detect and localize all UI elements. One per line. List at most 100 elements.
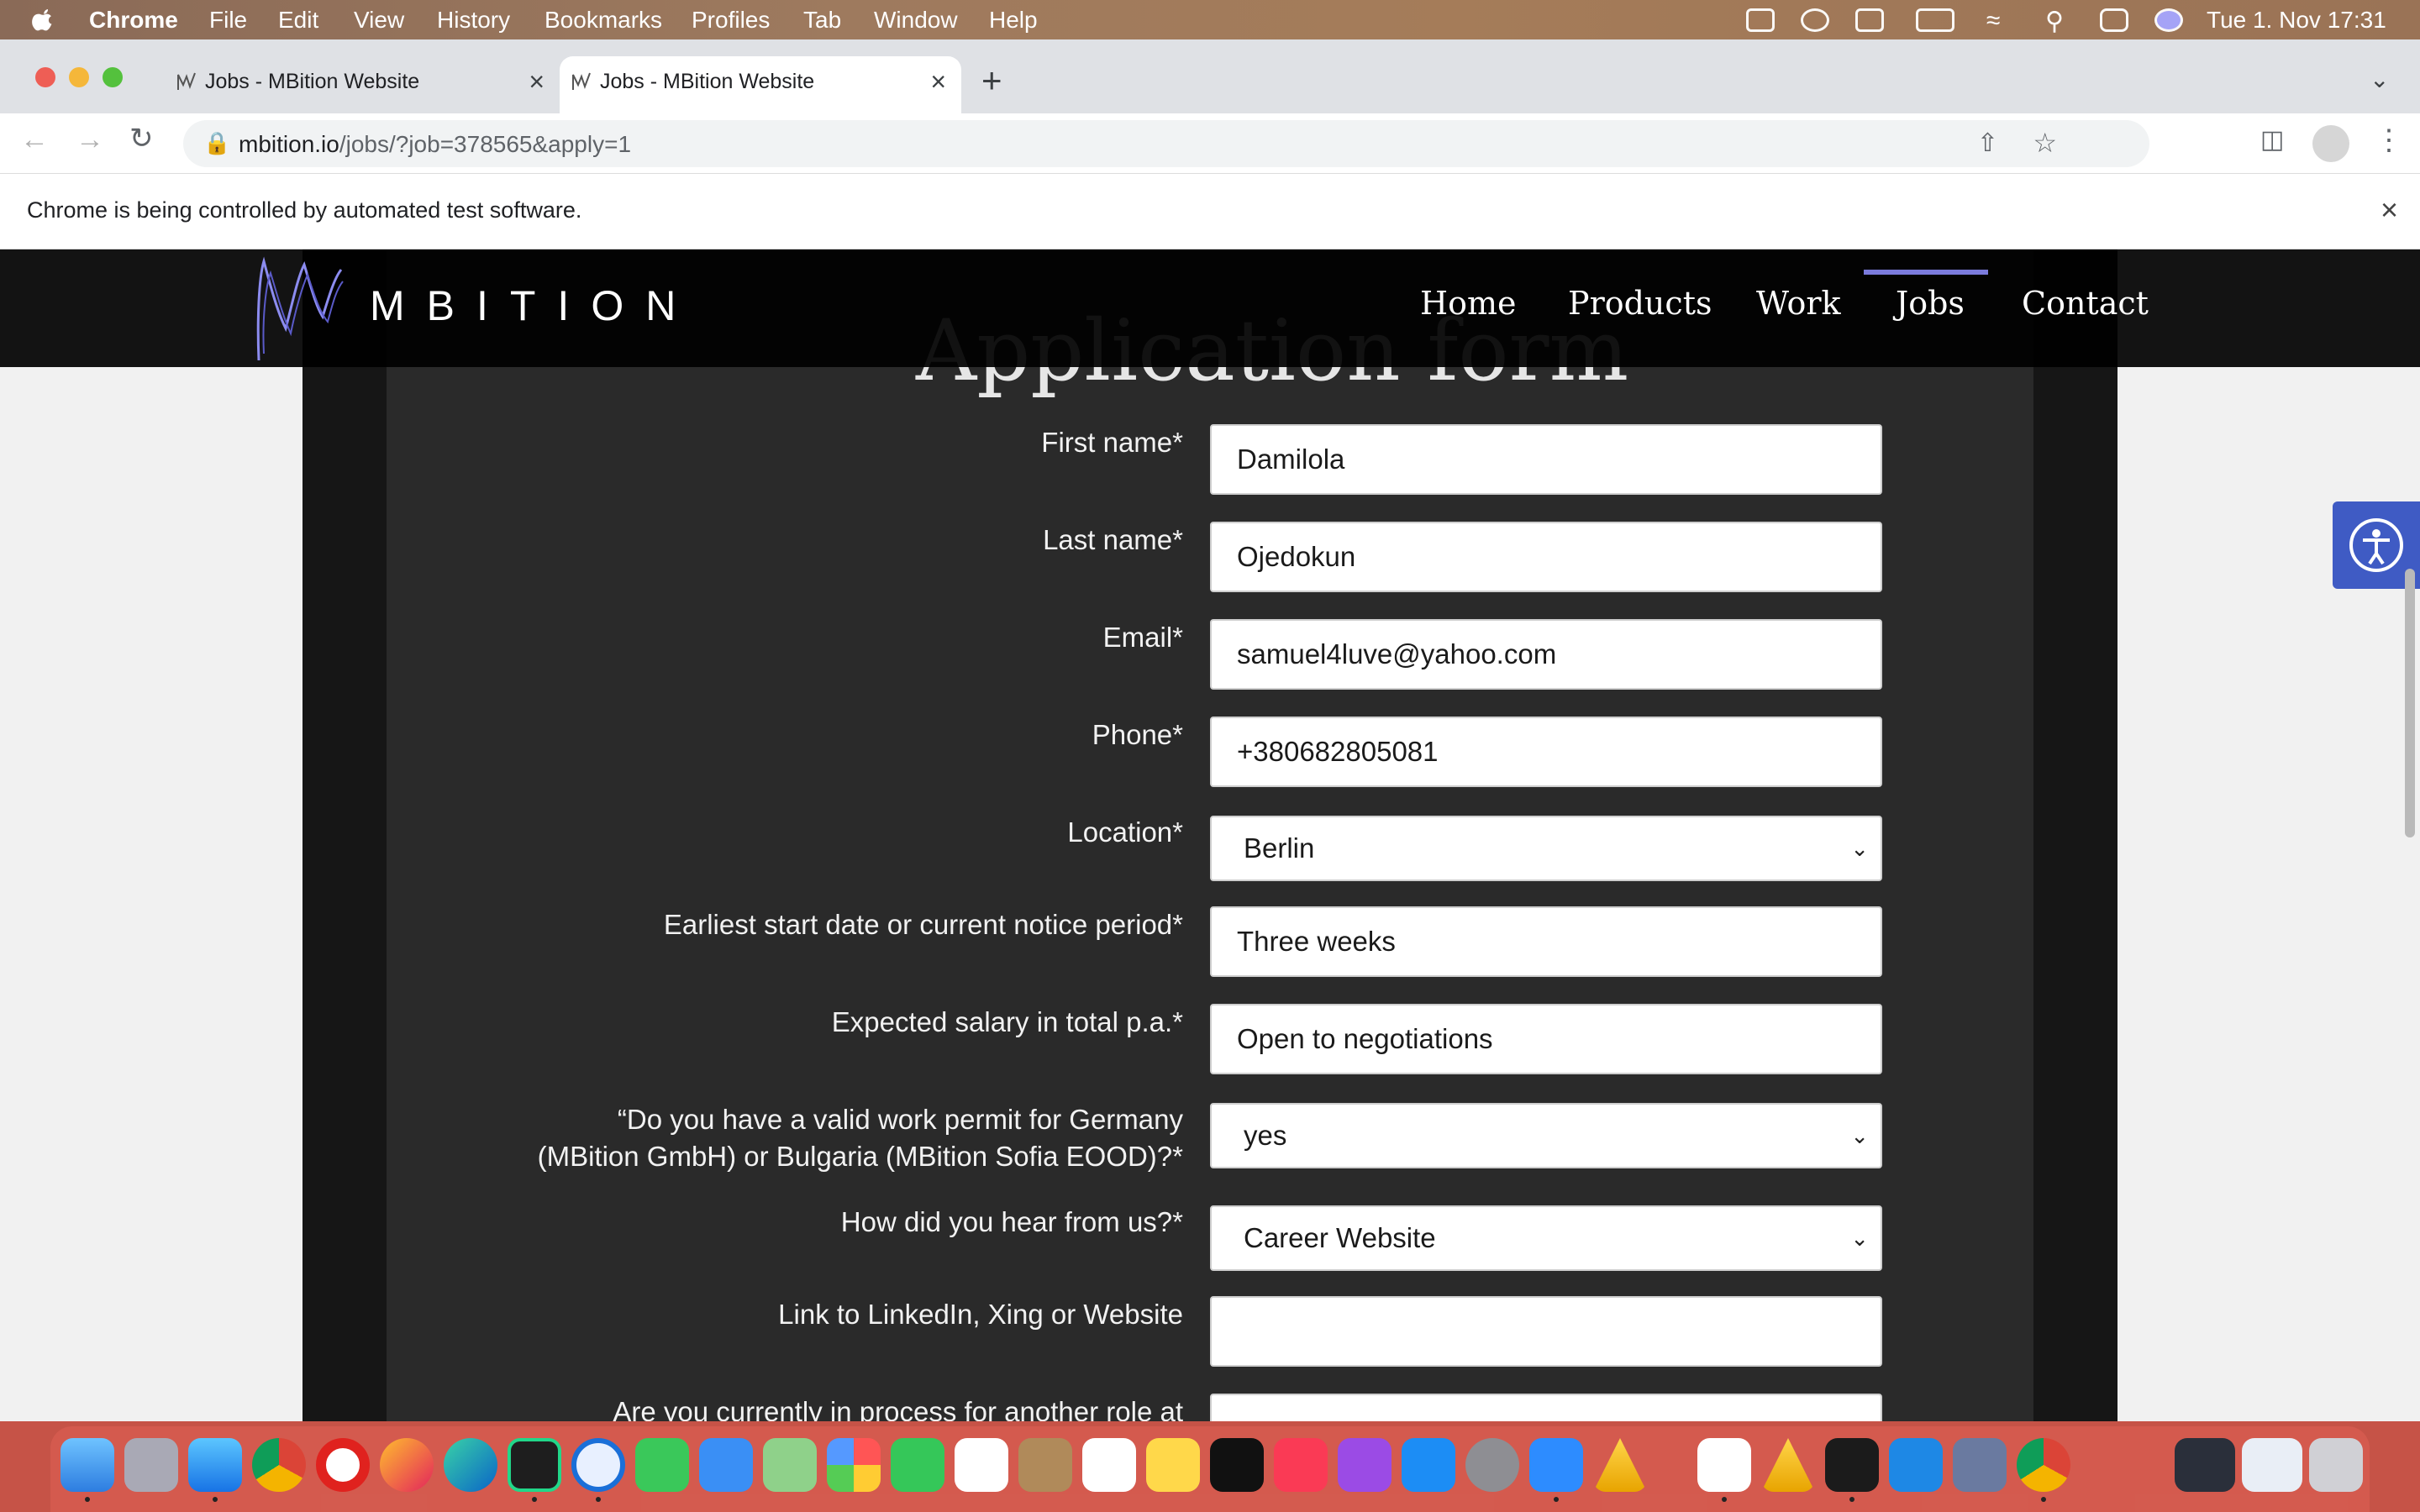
forward-arrow-icon[interactable]: → [76,123,104,156]
tab-close-icon[interactable]: × [930,66,946,97]
nav-home[interactable]: Home [1420,285,1517,322]
profile-avatar-icon[interactable] [2312,125,2349,162]
nav-contact[interactable]: Contact [2022,285,2149,322]
first-name-input[interactable]: Damilola [1210,424,1882,495]
linkedin-input[interactable] [1210,1296,1882,1367]
firefox-icon[interactable] [380,1438,434,1492]
control-center-icon[interactable] [2100,8,2128,32]
spotlight-search-icon[interactable]: ⚲ [2045,7,2064,36]
chrome-secondary-icon[interactable] [2017,1438,2070,1492]
back-arrow-icon[interactable]: ← [20,123,49,156]
other-process-input[interactable] [1210,1394,1882,1421]
nav-products[interactable]: Products [1568,285,1712,322]
menu-view[interactable]: View [354,7,404,34]
infobar-close-icon[interactable]: × [2381,192,2398,228]
messages-icon[interactable] [635,1438,689,1492]
facetime-icon[interactable] [891,1438,944,1492]
launchpad-icon[interactable] [124,1438,178,1492]
salary-label: Expected salary in total p.a.* [831,1006,1183,1037]
slack-icon[interactable] [1697,1438,1751,1492]
podcasts-icon[interactable] [1338,1438,1392,1492]
edge-icon[interactable] [444,1438,497,1492]
siri-icon[interactable] [2154,8,2183,32]
share-icon[interactable]: ⇧ [1977,129,1998,158]
opera-icon[interactable] [316,1438,370,1492]
address-bar[interactable]: 🔒 mbition.io/jobs/?job=378565&apply=1 ⇧ … [183,120,2149,167]
side-panel-icon[interactable]: ◫ [2260,125,2284,155]
linkedin-label: Link to LinkedIn, Xing or Website [778,1299,1183,1330]
hear-from-select[interactable]: Career Website ⌄ [1210,1205,1882,1271]
lock-icon[interactable]: 🔒 [203,130,230,156]
app-store-icon[interactable] [1402,1438,1455,1492]
menu-history[interactable]: History [437,7,510,34]
page-scrollbar-thumb[interactable] [2405,569,2415,837]
calendar-icon[interactable] [955,1438,1008,1492]
camera-status-icon[interactable] [1746,8,1775,32]
wifi-icon[interactable]: ≈ [1986,7,2000,35]
tab-search-chevron-down-icon[interactable]: ⌄ [2370,66,2389,93]
browser-tab-2-active[interactable]: Jobs - MBition Website × [560,56,961,113]
menu-window[interactable]: Window [874,7,958,34]
last-name-input[interactable]: Ojedokun [1210,522,1882,592]
tab-close-icon[interactable]: × [529,66,544,97]
start-date-input[interactable]: Three weeks [1210,906,1882,977]
vscode-icon[interactable] [1889,1438,1943,1492]
window-close-button[interactable] [35,67,55,87]
mail-icon[interactable] [699,1438,753,1492]
chrome-icon[interactable] [252,1438,306,1492]
new-tab-plus-icon[interactable]: + [981,60,1002,101]
bookmark-star-icon[interactable]: ☆ [2033,127,2057,159]
work-permit-label-line1: “Do you have a valid work permit for Ger… [617,1104,1183,1135]
work-permit-select[interactable]: yes ⌄ [1210,1103,1882,1168]
macos-dock [50,1426,2370,1512]
menu-file[interactable]: File [209,7,247,34]
nav-jobs[interactable]: Jobs [1896,285,1965,322]
reload-icon[interactable]: ↻ [129,122,154,155]
menu-edit[interactable]: Edit [278,7,318,34]
reminders-icon[interactable] [1082,1438,1136,1492]
window-zoom-button[interactable] [103,67,123,87]
system-settings-icon[interactable] [1465,1438,1519,1492]
menu-tab[interactable]: Tab [803,7,841,34]
menu-bookmarks[interactable]: Bookmarks [544,7,662,34]
rocket-app-icon[interactable] [1953,1438,2007,1492]
menubar-clock[interactable]: Tue 1. Nov 17:31 [2207,7,2386,34]
running-indicator [2041,1497,2046,1502]
salary-input[interactable]: Open to negotiations [1210,1004,1882,1074]
notes-icon[interactable] [1146,1438,1200,1492]
terminal-icon[interactable] [1825,1438,1879,1492]
window-thumbnail-icon[interactable] [2175,1438,2235,1492]
safari-icon[interactable] [188,1438,242,1492]
browser-tab-1[interactable]: Jobs - MBition Website × [165,56,560,113]
keyboard-status-icon[interactable] [1855,8,1884,32]
window-thumbnail-2-icon[interactable] [2242,1438,2302,1492]
trash-icon[interactable] [2309,1438,2363,1492]
phone-input[interactable]: +380682805081 [1210,717,1882,787]
menu-profiles[interactable]: Profiles [692,7,770,34]
mbition-logo-mark-icon[interactable] [252,253,346,364]
menu-app-name[interactable]: Chrome [89,7,178,34]
location-status-icon[interactable] [1801,8,1829,32]
pyramid-app-2-icon[interactable] [1761,1438,1815,1492]
kebab-menu-icon[interactable]: ⋮ [2375,123,2403,157]
apple-tv-icon[interactable] [1210,1438,1264,1492]
email-input[interactable]: samuel4luve@yahoo.com [1210,619,1882,690]
address-url[interactable]: mbition.io/jobs/?job=378565&apply=1 [239,131,631,158]
finder-icon[interactable] [60,1438,114,1492]
battery-icon[interactable] [1916,8,1954,32]
location-select[interactable]: Berlin ⌄ [1210,816,1882,881]
mbition-logo-text[interactable]: MBITION [370,281,697,330]
automation-infobar: Chrome is being controlled by automated … [0,174,2420,249]
nav-work[interactable]: Work [1756,285,1841,322]
pyramid-app-icon[interactable] [1593,1438,1647,1492]
zoom-icon[interactable] [1529,1438,1583,1492]
contacts-icon[interactable] [1018,1438,1072,1492]
window-minimize-button[interactable] [69,67,89,87]
music-icon[interactable] [1274,1438,1328,1492]
photos-icon[interactable] [827,1438,881,1492]
menu-help[interactable]: Help [989,7,1038,34]
apple-icon[interactable] [32,5,55,32]
maps-icon[interactable] [763,1438,817,1492]
1password-icon[interactable] [571,1438,625,1492]
pycharm-icon[interactable] [508,1438,561,1492]
